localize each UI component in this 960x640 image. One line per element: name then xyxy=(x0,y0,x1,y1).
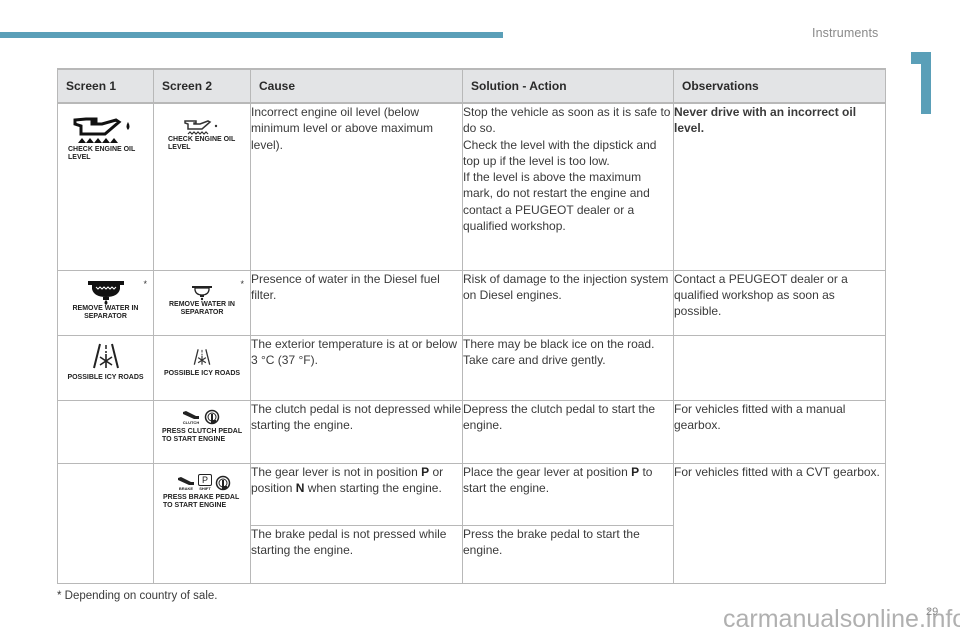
screen1-label: REMOVE WATER IN SEPARATOR xyxy=(72,304,139,320)
start-button-icon xyxy=(204,409,220,424)
screen1-cell: * REMOVE WATER IN SEPARATOR xyxy=(57,269,154,336)
observations-cell xyxy=(673,334,886,401)
screen1-cell: CHECK ENGINE OIL LEVEL xyxy=(57,102,154,271)
observations-cell: Contact a PEUGEOT dealer or a qualified … xyxy=(673,269,886,336)
screen2-cell: BRAKE P SHIFT PRESS BRAKE PEDAL TO START xyxy=(153,462,251,584)
screen2-cell: CHECK ENGINE OIL LEVEL xyxy=(153,102,251,271)
icy-road-icon xyxy=(92,342,120,370)
observations-cell: For vehicles fitted with a CVT gearbox. xyxy=(673,462,886,584)
solution-cell: Depress the clutch pedal to start the en… xyxy=(462,399,674,464)
table-row: BRAKE P SHIFT PRESS BRAKE PEDAL TO START xyxy=(57,462,886,584)
table-row: CLUTCH PRESS CLUTCH PEDAL TO START ENGIN… xyxy=(57,399,886,464)
page-number: 29 xyxy=(926,606,939,618)
observations-cell: For vehicles fitted with a manual gearbo… xyxy=(673,399,886,464)
observations-cell: Never drive with an incorrect oil level. xyxy=(673,102,886,271)
oil-can-icon xyxy=(182,118,224,136)
solution-line: Take care and drive gently. xyxy=(463,352,606,367)
column-header-screen2: Screen 2 xyxy=(153,68,251,104)
cause-cell: Incorrect engine oil level (below minimu… xyxy=(250,102,463,271)
solution-line: If the level is above the maximum mark, … xyxy=(463,170,650,234)
screen2-cell: * REMOVE WATER IN SEPARATOR xyxy=(153,269,251,336)
solution-cell: Stop the vehicle as soon as it is safe t… xyxy=(462,102,674,271)
gear-position-p: P xyxy=(631,464,640,479)
screen1-cell: POSSIBLE ICY ROADS xyxy=(57,334,154,401)
clutch-pedal-icon: CLUTCH xyxy=(182,409,220,425)
screen1-label: POSSIBLE ICY ROADS xyxy=(67,373,144,381)
park-indicator: P xyxy=(198,473,213,486)
cause-cell: Presence of water in the Diesel fuel fil… xyxy=(250,269,463,336)
chapter-number-marker xyxy=(909,52,933,114)
table-header-row: Screen 1 Screen 2 Cause Solution - Actio… xyxy=(57,68,886,104)
water-separator-icon xyxy=(191,285,213,301)
cause-cell: The exterior temperature is at or below … xyxy=(250,334,463,401)
screen1-label: CHECK ENGINE OIL LEVEL xyxy=(68,146,136,161)
cause-text: The gear lever is not in position xyxy=(251,464,422,479)
icy-road-icon xyxy=(193,348,211,366)
screen2-cell: POSSIBLE ICY ROADS xyxy=(153,334,251,401)
solution-line: Check the level with the dipstick and to… xyxy=(463,137,657,168)
screen2-cell: CLUTCH PRESS CLUTCH PEDAL TO START ENGIN… xyxy=(153,399,251,464)
cause-cell: The clutch pedal is not depressed while … xyxy=(250,399,463,464)
cause-cell: The gear lever is not in position P or p… xyxy=(250,462,463,526)
asterisk-marker: * xyxy=(240,278,244,289)
table-row: CHECK ENGINE OIL LEVEL CHECK ENGINE OIL … xyxy=(57,102,886,271)
screen1-cell-empty xyxy=(57,462,154,584)
column-header-solution: Solution - Action xyxy=(462,68,674,104)
table-row: * REMOVE WATER IN SEPARATOR * REMOVE WAT… xyxy=(57,269,886,336)
screen2-label: REMOVE WATER IN SEPARATOR xyxy=(169,300,235,316)
asterisk-marker: * xyxy=(143,278,147,289)
footnote: * Depending on country of sale. xyxy=(57,590,218,602)
screen2-label: PRESS BRAKE PEDAL TO START ENGINE xyxy=(163,493,240,509)
warning-messages-table: Screen 1 Screen 2 Cause Solution - Actio… xyxy=(57,68,886,584)
screen1-cell-empty xyxy=(57,399,154,464)
cause-text: when starting the engine. xyxy=(304,480,442,495)
column-header-observations: Observations xyxy=(673,68,886,104)
solution-cell: Risk of damage to the injection system o… xyxy=(462,269,674,336)
section-title: Instruments xyxy=(812,26,879,40)
shift-caption: SHIFT xyxy=(199,485,211,491)
water-separator-icon xyxy=(86,279,126,305)
start-button-icon xyxy=(215,475,231,490)
screen2-label: POSSIBLE ICY ROADS xyxy=(163,369,241,377)
solution-line: There may be black ice on the road. xyxy=(463,336,655,351)
header-accent-bar xyxy=(0,32,503,38)
solution-text: Place the gear lever at position xyxy=(463,464,632,479)
column-header-cause: Cause xyxy=(250,68,463,104)
gear-position-p: P xyxy=(421,464,430,479)
screen2-label: CHECK ENGINE OIL LEVEL xyxy=(168,136,236,151)
clutch-caption: CLUTCH xyxy=(182,419,200,425)
solution-cell: There may be black ice on the road. Take… xyxy=(462,334,674,401)
oil-can-icon xyxy=(68,114,140,146)
brake-caption: BRAKE xyxy=(178,485,194,491)
screen2-label: PRESS CLUTCH PEDAL TO START ENGINE xyxy=(162,427,242,443)
brake-pedal-icon: BRAKE P SHIFT xyxy=(177,473,231,491)
solution-cell: Press the brake pedal to start the engin… xyxy=(462,524,674,584)
table-row: POSSIBLE ICY ROADS POSSIBLE ICY ROADS Th… xyxy=(57,334,886,401)
solution-line: Stop the vehicle as soon as it is safe t… xyxy=(463,105,671,136)
column-header-screen1: Screen 1 xyxy=(57,68,154,104)
cause-cell: The brake pedal is not pressed while sta… xyxy=(250,524,463,584)
watermark: carmanualsonline.info xyxy=(723,605,960,633)
solution-cell: Place the gear lever at position P to st… xyxy=(462,462,674,526)
